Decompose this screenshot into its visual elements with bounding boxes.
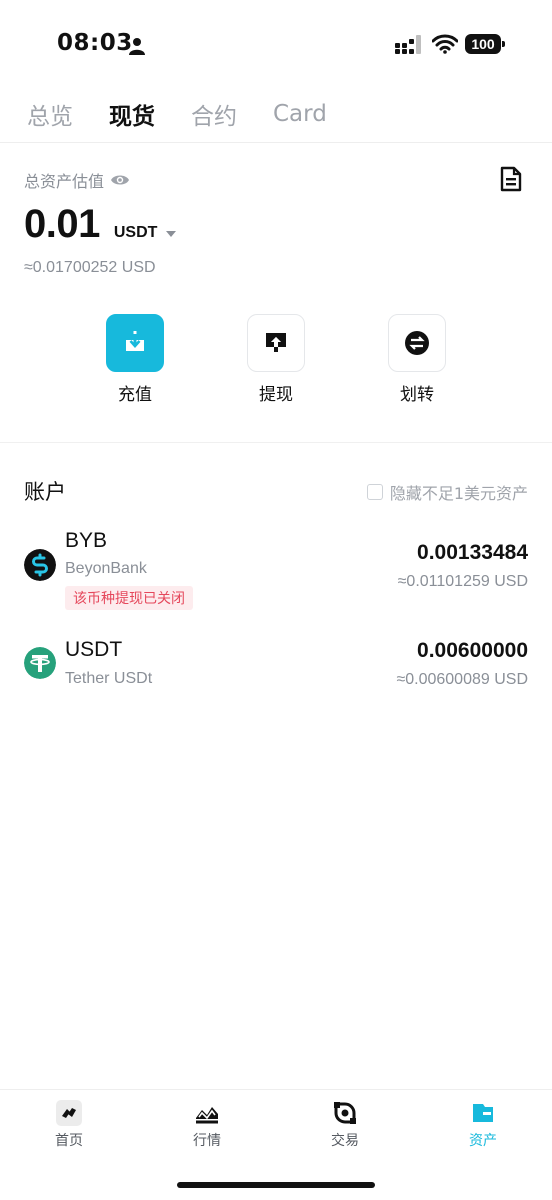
caret-down-icon bbox=[165, 231, 176, 237]
transfer-icon bbox=[405, 331, 429, 355]
usdt-usd-value: ≈0.00600089 USD bbox=[396, 671, 528, 688]
withdraw-icon-box bbox=[247, 314, 305, 372]
tab-card[interactable]: Card bbox=[273, 101, 327, 127]
battery-indicator: 100 bbox=[465, 34, 505, 54]
person-icon bbox=[129, 38, 145, 55]
transfer-icon-box bbox=[388, 314, 446, 372]
balance-unit-selector[interactable]: USDT bbox=[114, 224, 176, 242]
nav-market[interactable]: 行情 bbox=[138, 1100, 276, 1160]
records-document-icon[interactable] bbox=[500, 166, 522, 192]
bottom-nav: 首页 行情 交易 资产 bbox=[0, 1100, 552, 1160]
battery-tip bbox=[502, 41, 505, 47]
withdraw-button[interactable]: 提现 bbox=[236, 314, 316, 405]
byb-usd-value: ≈0.01101259 USD bbox=[397, 573, 528, 590]
tab-contract[interactable]: 合约 bbox=[191, 97, 237, 131]
total-asset-label: 总资产估值 bbox=[24, 172, 105, 191]
cellular-signal-icon bbox=[395, 35, 421, 54]
total-asset-label-row: 总资产估值 bbox=[24, 168, 130, 192]
withdraw-icon bbox=[266, 333, 286, 352]
usdt-symbol: USDT bbox=[65, 638, 123, 661]
total-balance-value: 0.01 bbox=[24, 202, 100, 246]
hide-small-assets-label: 隐藏不足1美元资产 bbox=[389, 484, 528, 503]
nav-home-label: 首页 bbox=[55, 1133, 83, 1149]
home-indicator bbox=[177, 1182, 375, 1188]
byb-name: BeyonBank bbox=[65, 560, 147, 577]
nav-assets-label: 资产 bbox=[469, 1133, 497, 1149]
balance-row: 0.01 USDT bbox=[24, 202, 176, 247]
byb-coin-logo-icon bbox=[24, 549, 56, 581]
status-time: 08:03 bbox=[57, 30, 133, 56]
tab-overview[interactable]: 总览 bbox=[27, 97, 73, 131]
balance-unit-label: USDT bbox=[113, 224, 158, 241]
usdt-name: Tether USDt bbox=[65, 670, 153, 687]
byb-amount: 0.00133484 bbox=[417, 541, 528, 564]
deposit-icon-box bbox=[106, 314, 164, 372]
usdt-coin-logo-icon bbox=[24, 647, 56, 679]
account-row-usdt[interactable]: USDT Tether USDt 0.00600000 ≈0.00600089 … bbox=[0, 637, 552, 697]
hide-small-assets-checkbox[interactable] bbox=[366, 484, 383, 500]
nav-trade-label: 交易 bbox=[331, 1133, 359, 1149]
account-row-byb[interactable]: BYB BeyonBank 该币种提现已关闭 0.00133484 ≈0.011… bbox=[0, 526, 552, 616]
transfer-label: 划转 bbox=[400, 385, 434, 405]
nav-trade[interactable]: 交易 bbox=[276, 1100, 414, 1160]
transfer-button[interactable]: 划转 bbox=[377, 314, 457, 405]
trade-icon bbox=[334, 1102, 356, 1124]
deposit-icon bbox=[126, 331, 144, 351]
accounts-title: 账户 bbox=[24, 480, 66, 504]
market-icon bbox=[196, 1107, 218, 1124]
home-icon bbox=[56, 1100, 82, 1126]
wifi-icon bbox=[432, 34, 458, 54]
hide-small-assets-toggle[interactable]: 隐藏不足1美元资产 bbox=[366, 480, 528, 504]
approx-usd-value: ≈0.01700252 USD bbox=[24, 259, 156, 276]
usdt-amount: 0.00600000 bbox=[417, 639, 528, 662]
battery-level: 100 bbox=[465, 34, 501, 54]
section-divider bbox=[0, 442, 552, 443]
withdraw-closed-badge: 该币种提现已关闭 bbox=[65, 586, 193, 610]
tabs-divider bbox=[0, 142, 552, 143]
deposit-label: 充值 bbox=[118, 385, 152, 405]
wallet-icon bbox=[473, 1104, 493, 1122]
bottom-nav-divider bbox=[0, 1089, 552, 1090]
deposit-button[interactable]: 充值 bbox=[95, 314, 175, 405]
withdraw-label: 提现 bbox=[259, 385, 293, 405]
tab-spot[interactable]: 现货 bbox=[109, 97, 155, 131]
status-bar: 08:03 100 bbox=[0, 0, 552, 90]
nav-home[interactable]: 首页 bbox=[0, 1100, 138, 1160]
top-tabs: 总览 现货 合约 Card bbox=[27, 96, 363, 132]
byb-symbol: BYB bbox=[65, 529, 108, 552]
nav-assets[interactable]: 资产 bbox=[414, 1100, 552, 1160]
nav-market-label: 行情 bbox=[193, 1133, 221, 1149]
eye-icon[interactable] bbox=[110, 173, 130, 187]
